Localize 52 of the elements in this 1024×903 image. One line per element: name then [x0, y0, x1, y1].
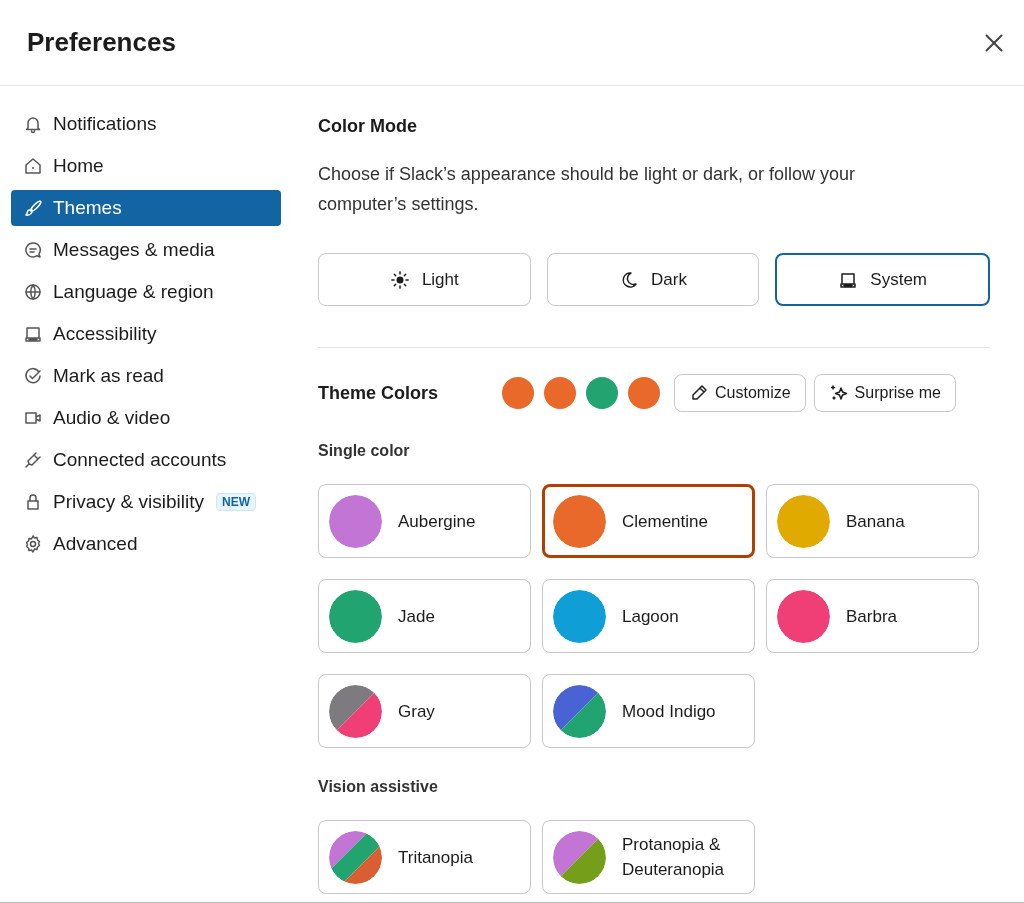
- speech-bubble-icon: [23, 240, 43, 260]
- globe-icon: [23, 282, 43, 302]
- plug-icon: [23, 450, 43, 470]
- mode-option[interactable]: Dark: [546, 253, 760, 306]
- color-swatch: [329, 589, 382, 643]
- sidebar-item[interactable]: Accessibility: [11, 316, 281, 352]
- theme-card[interactable]: Lagoon: [542, 579, 755, 653]
- theme-card[interactable]: Tritanopia: [318, 820, 531, 894]
- section-heading: Theme Colors: [318, 382, 439, 404]
- customize-button[interactable]: Customize: [674, 374, 806, 412]
- gear-icon: [23, 534, 43, 554]
- color-swatch: [553, 494, 606, 548]
- theme-card[interactable]: Banana: [766, 484, 979, 558]
- sun-icon: [389, 269, 410, 290]
- pencil-icon: [689, 383, 710, 403]
- sidebar-item[interactable]: Messages & media: [11, 232, 281, 268]
- theme-card[interactable]: Gray: [318, 674, 531, 748]
- theme-card[interactable]: Mood Indigo: [542, 674, 755, 748]
- sidebar-item[interactable]: Mark as read: [11, 358, 281, 394]
- surprise-button[interactable]: Surprise me: [813, 374, 956, 412]
- sidebar-item[interactable]: Notifications: [11, 106, 281, 142]
- theme-card[interactable]: Barbra: [766, 579, 979, 653]
- theme-card[interactable]: Jade: [318, 579, 531, 653]
- sidebar-item[interactable]: Privacy & visibility NEW: [11, 484, 281, 520]
- mode-option[interactable]: Light: [318, 253, 531, 306]
- sparkles-icon: [828, 383, 849, 403]
- theme-card[interactable]: Clementine: [542, 484, 755, 558]
- sidebar-item[interactable]: Audio & video: [11, 400, 281, 436]
- color-swatch: [553, 589, 606, 643]
- sidebar-item[interactable]: Connected accounts: [11, 442, 281, 478]
- sidebar-item[interactable]: Language & region: [11, 274, 281, 310]
- section-heading: Color Mode: [318, 116, 418, 137]
- color-swatch: [329, 830, 382, 884]
- house-icon: [23, 156, 43, 176]
- new-badge: NEW: [216, 493, 256, 511]
- laptop-icon: [23, 324, 43, 344]
- sidebar-item[interactable]: Themes: [11, 190, 281, 226]
- group-label: Single color: [318, 442, 411, 460]
- color-swatch: [553, 830, 606, 884]
- description-text: Choose if Slack’s appearance should be light or dark, or follow your computer’s settings.: [318, 163, 856, 216]
- mode-option[interactable]: System: [775, 253, 990, 306]
- bell-icon: [23, 114, 43, 134]
- theme-card[interactable]: Aubergine: [318, 484, 531, 558]
- color-swatch: [777, 494, 830, 548]
- color-swatch: [777, 589, 830, 643]
- color-swatch: [329, 494, 382, 548]
- sidebar-item[interactable]: Advanced: [11, 526, 281, 562]
- window-title: Preferences: [27, 27, 176, 58]
- theme-card[interactable]: Protanopia & Deuteranopia: [542, 820, 755, 894]
- brush-icon: [23, 198, 43, 218]
- sidebar-item[interactable]: Home: [11, 148, 281, 184]
- group-label: Vision assistive: [318, 778, 439, 796]
